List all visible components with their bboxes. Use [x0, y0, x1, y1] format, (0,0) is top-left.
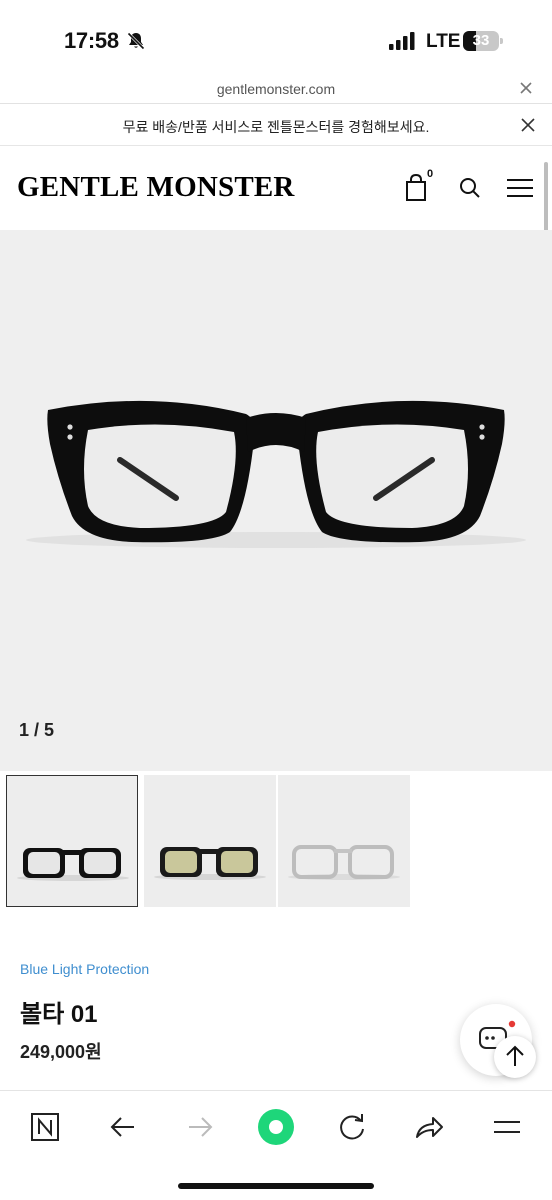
product-price: 249,000원	[20, 1042, 102, 1062]
naver-icon[interactable]	[25, 1107, 65, 1147]
network-type: LTE	[426, 31, 461, 52]
product-name: 볼타 01	[20, 1001, 98, 1028]
menu-icon[interactable]	[506, 177, 534, 199]
status-time: 17:58	[64, 28, 119, 53]
status-bar: 17:58 LTE 33	[0, 0, 552, 72]
url-text[interactable]: gentlemonster.com	[0, 81, 552, 97]
product-tag[interactable]: Blue Light Protection	[20, 961, 149, 977]
browser-url-bar[interactable]: gentlemonster.com	[0, 72, 552, 104]
forward-icon[interactable]	[180, 1107, 220, 1147]
reload-icon[interactable]	[332, 1107, 372, 1147]
thumbnail-strip	[6, 775, 552, 908]
cart-count-badge: 0	[427, 168, 434, 180]
bell-muted-icon	[127, 32, 145, 50]
thumbnail-clear[interactable]	[278, 775, 410, 907]
site-logo[interactable]: GENTLE MONSTER	[17, 171, 295, 204]
glasses-main-image	[26, 400, 526, 548]
thumbnail-yellow-tint[interactable]	[144, 775, 276, 907]
promo-text: 무료 배송/반품 서비스로 젠틀몬스터를 경험해보세요.	[122, 119, 430, 135]
close-icon[interactable]	[518, 80, 534, 96]
back-icon[interactable]	[103, 1107, 143, 1147]
search-icon[interactable]	[458, 176, 482, 200]
battery-level: 33	[472, 32, 490, 49]
promo-banner: 무료 배송/반품 서비스로 젠틀몬스터를 경험해보세요.	[0, 104, 552, 146]
close-icon[interactable]	[520, 117, 536, 133]
scroll-to-top-button[interactable]	[494, 1036, 536, 1078]
arrow-up-icon	[506, 1045, 524, 1066]
product-image-gallery[interactable]: 1 / 5	[0, 230, 552, 771]
menu-icon[interactable]	[487, 1107, 527, 1147]
share-icon[interactable]	[409, 1107, 449, 1147]
thumbnail-black[interactable]	[6, 775, 138, 907]
battery-icon: 33	[463, 31, 503, 51]
home-circle-icon[interactable]	[256, 1107, 296, 1147]
gallery-counter: 1 / 5	[19, 720, 55, 740]
home-indicator[interactable]	[178, 1183, 374, 1189]
site-header: GENTLE MONSTER 0	[0, 146, 552, 230]
signal-icon	[389, 32, 415, 50]
